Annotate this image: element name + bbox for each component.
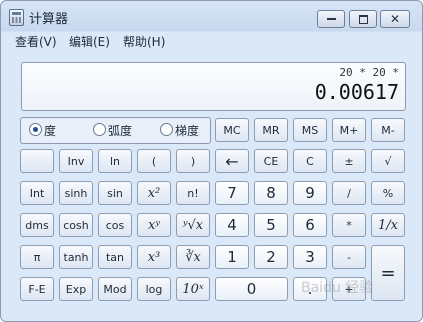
reciprocal-button[interactable]: 1/x (371, 213, 405, 237)
calculator-window: 计算器 ✕ 查看(V) 编辑(E) 帮助(H) 20 * 20 * 0.0061… (0, 0, 423, 322)
close-button[interactable]: ✕ (380, 10, 410, 28)
digit-1-button[interactable]: 1 (215, 245, 249, 269)
cube-button[interactable]: x³ (137, 245, 171, 269)
clear-entry-button[interactable]: CE (254, 149, 288, 173)
digit-2-button[interactable]: 2 (254, 245, 288, 269)
yth-root-button[interactable]: ʸ√x (176, 213, 210, 237)
inverse-button[interactable]: Inv (59, 149, 93, 173)
divide-button[interactable]: / (332, 181, 366, 205)
digit-8-button[interactable]: 8 (254, 181, 288, 205)
expression-text: 20 * 20 * (339, 66, 399, 79)
digit-4-button[interactable]: 4 (215, 213, 249, 237)
sqrt-button[interactable]: √ (371, 149, 405, 173)
menu-view[interactable]: 查看(V) (15, 33, 57, 50)
memory-recall-button[interactable]: MR (254, 118, 288, 142)
memory-subtract-button[interactable]: M- (371, 118, 405, 142)
minimize-button[interactable] (317, 10, 345, 28)
percent-button[interactable]: % (371, 181, 405, 205)
angle-unit-group: 度 弧度 梯度 (20, 117, 211, 144)
memory-store-button[interactable]: MS (293, 118, 327, 142)
digit-3-button[interactable]: 3 (293, 245, 327, 269)
menu-help[interactable]: 帮助(H) (123, 33, 165, 50)
menu-edit[interactable]: 编辑(E) (69, 33, 110, 50)
menu-bar: 查看(V) 编辑(E) 帮助(H) (1, 31, 422, 51)
clear-button[interactable]: C (293, 149, 327, 173)
digit-7-button[interactable]: 7 (215, 181, 249, 205)
maximize-button[interactable] (349, 10, 377, 28)
digit-6-button[interactable]: 6 (293, 213, 327, 237)
equals-button[interactable]: = (371, 245, 405, 301)
radio-gradians[interactable] (160, 123, 173, 136)
digit-9-button[interactable]: 9 (293, 181, 327, 205)
sin-button[interactable]: sin (98, 181, 132, 205)
digit-5-button[interactable]: 5 (254, 213, 288, 237)
memory-clear-button[interactable]: MC (215, 118, 249, 142)
radio-radians-label: 弧度 (108, 124, 133, 138)
calculator-display: 20 * 20 * 0.00617 (21, 62, 406, 111)
digit-0-button[interactable]: 0 (215, 277, 288, 301)
int-button[interactable]: Int (20, 181, 54, 205)
ln-button[interactable]: ln (98, 149, 132, 173)
decimal-button[interactable]: . (293, 277, 327, 301)
fixed-exponent-button[interactable]: F-E (20, 277, 54, 301)
sinh-button[interactable]: sinh (59, 181, 93, 205)
factorial-button[interactable]: n! (176, 181, 210, 205)
close-paren-button[interactable]: ) (176, 149, 210, 173)
tanh-button[interactable]: tanh (59, 245, 93, 269)
subtract-button[interactable]: - (332, 245, 366, 269)
ten-power-button[interactable]: 10ˣ (176, 277, 210, 301)
power-button[interactable]: xʸ (137, 213, 171, 237)
multiply-button[interactable]: * (332, 213, 366, 237)
title-bar: 计算器 ✕ (1, 1, 422, 31)
dms-button[interactable]: dms (20, 213, 54, 237)
radio-gradians-label: 梯度 (175, 124, 200, 138)
memory-add-button[interactable]: M+ (332, 118, 366, 142)
square-button[interactable]: x² (137, 181, 171, 205)
window-title: 计算器 (29, 12, 69, 27)
cosh-button[interactable]: cosh (59, 213, 93, 237)
radio-degrees[interactable] (29, 123, 42, 136)
blank-button[interactable] (20, 149, 54, 173)
exp-button[interactable]: Exp (59, 277, 93, 301)
log-button[interactable]: log (137, 277, 171, 301)
cos-button[interactable]: cos (98, 213, 132, 237)
mod-button[interactable]: Mod (98, 277, 132, 301)
pi-button[interactable]: π (20, 245, 54, 269)
cube-root-button[interactable]: ∛x (176, 245, 210, 269)
backspace-button[interactable]: ← (215, 149, 249, 173)
negate-button[interactable]: ± (332, 149, 366, 173)
radio-radians[interactable] (93, 123, 106, 136)
radio-degrees-label: 度 (44, 124, 57, 138)
result-value: 0.00617 (314, 80, 399, 104)
tan-button[interactable]: tan (98, 245, 132, 269)
add-button[interactable]: + (332, 277, 366, 301)
open-paren-button[interactable]: ( (137, 149, 171, 173)
close-icon: ✕ (389, 12, 401, 26)
calculator-icon (9, 9, 24, 26)
